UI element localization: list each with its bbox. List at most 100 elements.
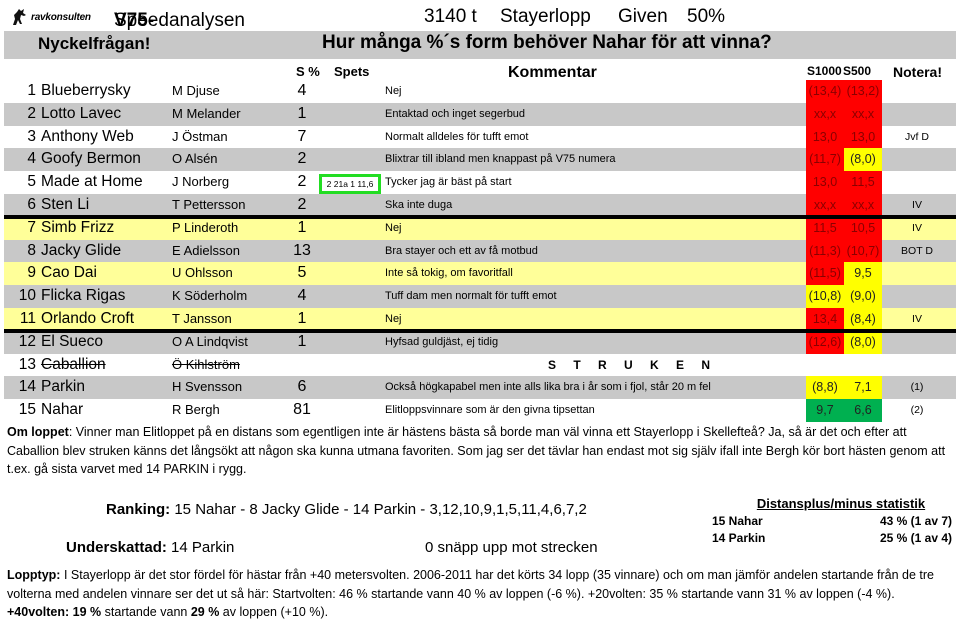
driver-name: O Alsén: [172, 151, 218, 167]
comment: Elitloppsvinnare som är den givna tipset…: [385, 404, 595, 417]
comment: Inte så tokig, om favoritfall: [385, 267, 513, 280]
title-row: V75-6 Speedanalysen 3140 t Stayerlopp Gi…: [0, 2, 959, 53]
underskattad-note: 0 snäpp upp mot strecken: [425, 539, 598, 556]
race-type: Stayerlopp: [500, 6, 591, 27]
horse-row: 9 Cao Dai U Ohlsson 5 Inte så tokig, om favo…: [0, 262, 959, 286]
horse-row: 8 Jacky Glide E Adielsson 13 Bra stayer och …: [0, 239, 959, 263]
horse-number: 9: [27, 264, 36, 282]
s500-value: (10,7): [844, 239, 882, 263]
stat-horse: 14 Parkin: [712, 531, 766, 545]
horse-name: Caballion: [41, 355, 106, 373]
horse-row: 5 Made at Home J Norberg 2 Tycker jag är bäs…: [0, 171, 959, 194]
s1000-value: xx,x: [806, 102, 844, 126]
volt40-label: +40volten:: [7, 605, 70, 619]
horse-number: 11: [19, 309, 36, 327]
note: IV: [912, 312, 922, 325]
group-divider: [4, 328, 956, 333]
om-loppet-text: : Vinner man Elitloppet på en distans so…: [7, 425, 946, 476]
horse-row: 10 Flicka Rigas K Söderholm 4 Tuff dam men n…: [0, 285, 959, 308]
horse-number: 1: [27, 82, 36, 99]
comment: Nej: [385, 85, 402, 97]
scratched-label: S T R U K E N: [548, 357, 718, 372]
driver-name: T Jansson: [172, 310, 232, 326]
start-percent: 7: [297, 127, 307, 145]
horse-number: 6: [27, 195, 36, 213]
header-s500: S500: [843, 64, 872, 78]
horse-name: Flicka Rigas: [41, 287, 126, 305]
horse-row: 4 Goofy Bermon O Alsén 2 Blixtrar till iblan…: [0, 148, 959, 172]
stat-value: 43 % (1 av 7): [879, 514, 952, 528]
lopptyp-paragraph: Lopptyp: I Stayerlopp är det stor fördel…: [7, 566, 952, 622]
volt40-start-pct: 19 %: [72, 605, 102, 619]
driver-name: T Pettersson: [172, 196, 246, 212]
horse-name: Sten Li: [41, 195, 90, 213]
start-percent: 81: [293, 401, 311, 419]
lopptyp-text-2: startande vann: [101, 605, 191, 619]
comment: Blixtrar till ibland men knappast på V75…: [385, 153, 616, 166]
start-percent: 1: [297, 332, 307, 350]
lopptyp-text: I Stayerlopp är det stor fördel för häst…: [7, 568, 934, 601]
given-percent: 50%: [687, 6, 726, 27]
horse-number: 8: [27, 241, 36, 259]
s500-value: xx,x: [844, 102, 882, 126]
header-notera: Notera!: [893, 64, 943, 80]
distance-stats-row: 15 Nahar 43 % (1 av 7): [712, 514, 952, 528]
start-percent: 2: [297, 195, 307, 213]
s1000-value: 13,0: [806, 125, 844, 149]
underskattad: Underskattad: 14 Parkin: [66, 539, 234, 556]
underskattad-text: 14 Parkin: [171, 539, 235, 556]
s1000-value: (10,8): [806, 285, 844, 308]
driver-name: E Adielsson: [172, 242, 240, 258]
horse-name: Orlando Croft: [41, 309, 135, 327]
start-percent: 1: [297, 104, 307, 122]
horse-number: 10: [18, 287, 36, 305]
horse-table: 1 Blueberrysky M Djuse 4 Nej (13,4) (13,2) 2 Lot…: [0, 80, 959, 422]
horse-name: Jacky Glide: [41, 241, 122, 259]
comment: Hyfsad guldjäst, ej tidig: [385, 335, 499, 348]
note: (1): [910, 381, 924, 394]
s1000-value: 11,5: [806, 216, 844, 240]
horse-name: Lotto Lavec: [41, 104, 122, 122]
comment: Också högkapabel men inte alls lika bra …: [385, 381, 711, 394]
driver-name: M Djuse: [172, 83, 220, 98]
comment: Nej: [385, 221, 402, 234]
horse-row: 6 Sten Li T Pettersson 2 Ska inte duga xx,x xx…: [0, 193, 959, 217]
note: Jvf D: [905, 130, 929, 143]
horse-name: Anthony Web: [41, 127, 134, 145]
ranking: Ranking: 15 Nahar - 8 Jacky Glide - 14 P…: [106, 501, 587, 518]
header-s1000: S1000: [807, 64, 842, 78]
horse-number: 15: [18, 401, 36, 419]
race-distance: 3140 t: [424, 6, 477, 27]
s1000-value: (12,6): [806, 330, 844, 354]
stat-value: 25 % (1 av 4): [879, 531, 952, 545]
note: IV: [912, 198, 922, 211]
s1000-value: (11,5): [806, 262, 844, 286]
horse-number: 13: [18, 355, 36, 373]
distance-stats-row: 14 Parkin 25 % (1 av 4): [712, 531, 952, 545]
horse-name: El Sueco: [41, 332, 104, 350]
lopptyp-label: Lopptyp:: [7, 568, 61, 582]
start-percent: 6: [297, 378, 307, 396]
horse-row: 1 Blueberrysky M Djuse 4 Nej (13,4) (13,2): [0, 80, 959, 103]
s500-value: xx,x: [844, 193, 882, 217]
volt40-win-pct: 29 %: [190, 605, 220, 619]
horse-number: 2: [27, 104, 36, 122]
key-question-bar: Nyckelfrågan! Hur många %´s form behöver…: [4, 31, 956, 59]
horse-name: Made at Home: [41, 173, 143, 191]
s500-value: 13,0: [844, 125, 882, 149]
start-percent: 13: [293, 241, 311, 259]
comment: Entaktad och inget segerbud: [385, 107, 526, 120]
horse-row: 11 Orlando Croft T Jansson 1 Nej 13,4 (8,4) IV: [0, 307, 959, 331]
lopptyp-text-3: av loppen (+10 %).: [219, 605, 329, 619]
s500-value: (8,0): [844, 148, 882, 172]
start-percent: 2: [297, 150, 307, 168]
s500-value: 11,5: [844, 171, 882, 194]
spets-highlight-box: 2 21a 1 11,6: [319, 174, 381, 194]
distance-stats: Distansplus/minus statistik 15 Nahar 43 …: [712, 496, 952, 545]
driver-name: U Ohlsson: [172, 265, 233, 281]
horse-number: 7: [27, 218, 36, 236]
driver-name: R Bergh: [172, 402, 220, 418]
distance-stats-title: Distansplus/minus statistik: [756, 496, 926, 511]
s1000-value: (13,4): [806, 80, 844, 103]
ranking-text: 15 Nahar - 8 Jacky Glide - 14 Parkin - 3…: [174, 501, 587, 518]
